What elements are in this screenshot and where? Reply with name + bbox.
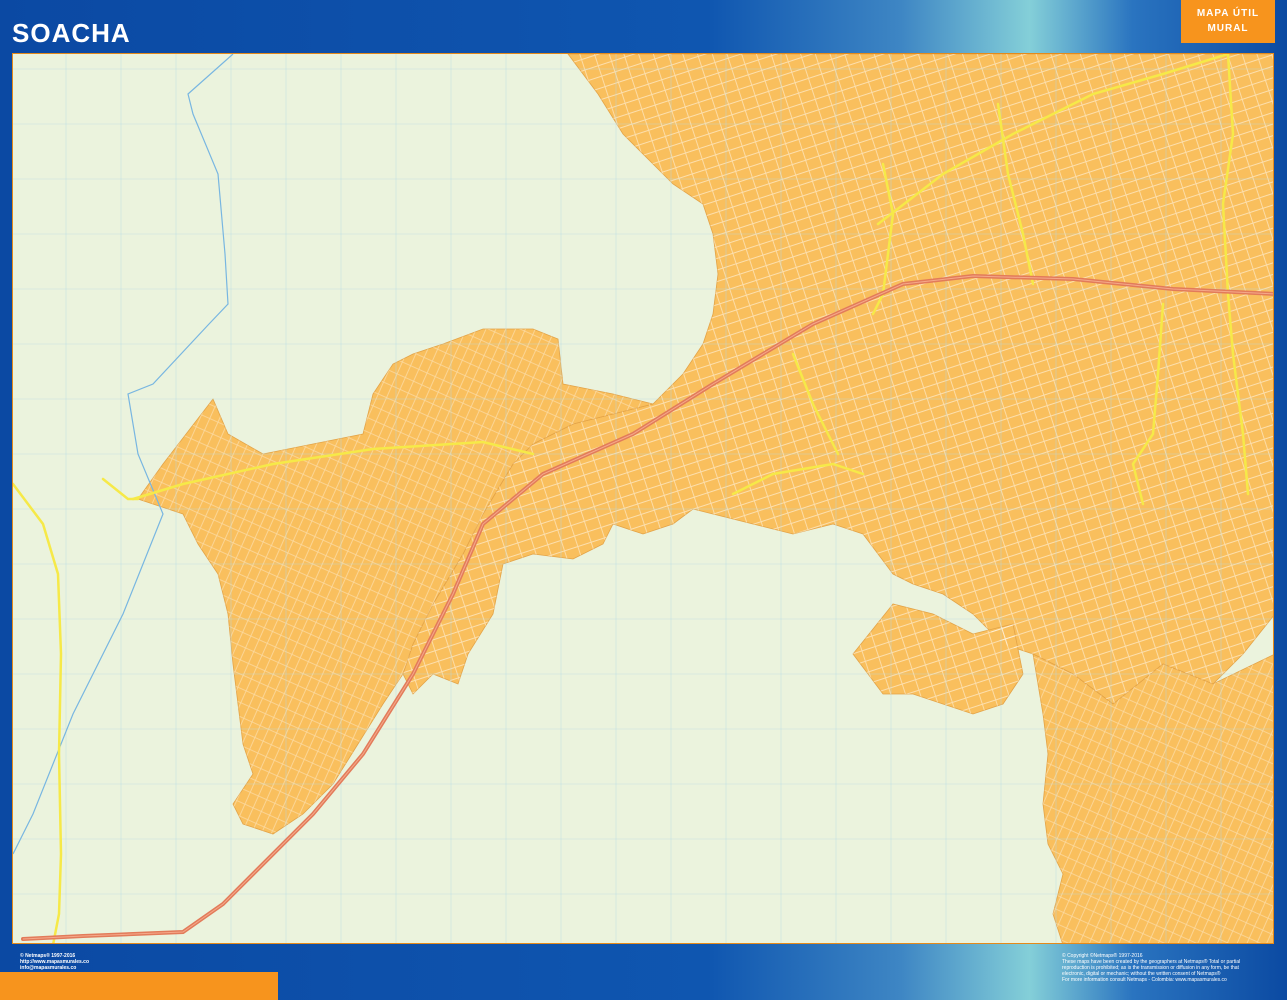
badge-line-2: MURAL (1207, 23, 1249, 34)
map-canvas[interactable] (12, 53, 1274, 944)
footer-email-link[interactable]: info@mapasmurales.co (20, 965, 89, 971)
map-title: SOACHA (12, 18, 131, 48)
street-map[interactable] (13, 54, 1274, 944)
badge-line-1: MAPA ÚTIL (1196, 8, 1260, 19)
brand-badge[interactable]: MAPA ÚTIL MURAL (1181, 0, 1275, 43)
footer-credits: © Netmaps® 1997-2016 http://www.mapasmur… (20, 953, 89, 971)
legal-line-5: For more information consult Netmaps - C… (1062, 977, 1227, 983)
footer-legal: © Copyright ©Netmaps® 1997-2016 These ma… (1062, 953, 1277, 983)
footer-accent-bar (0, 972, 278, 1000)
